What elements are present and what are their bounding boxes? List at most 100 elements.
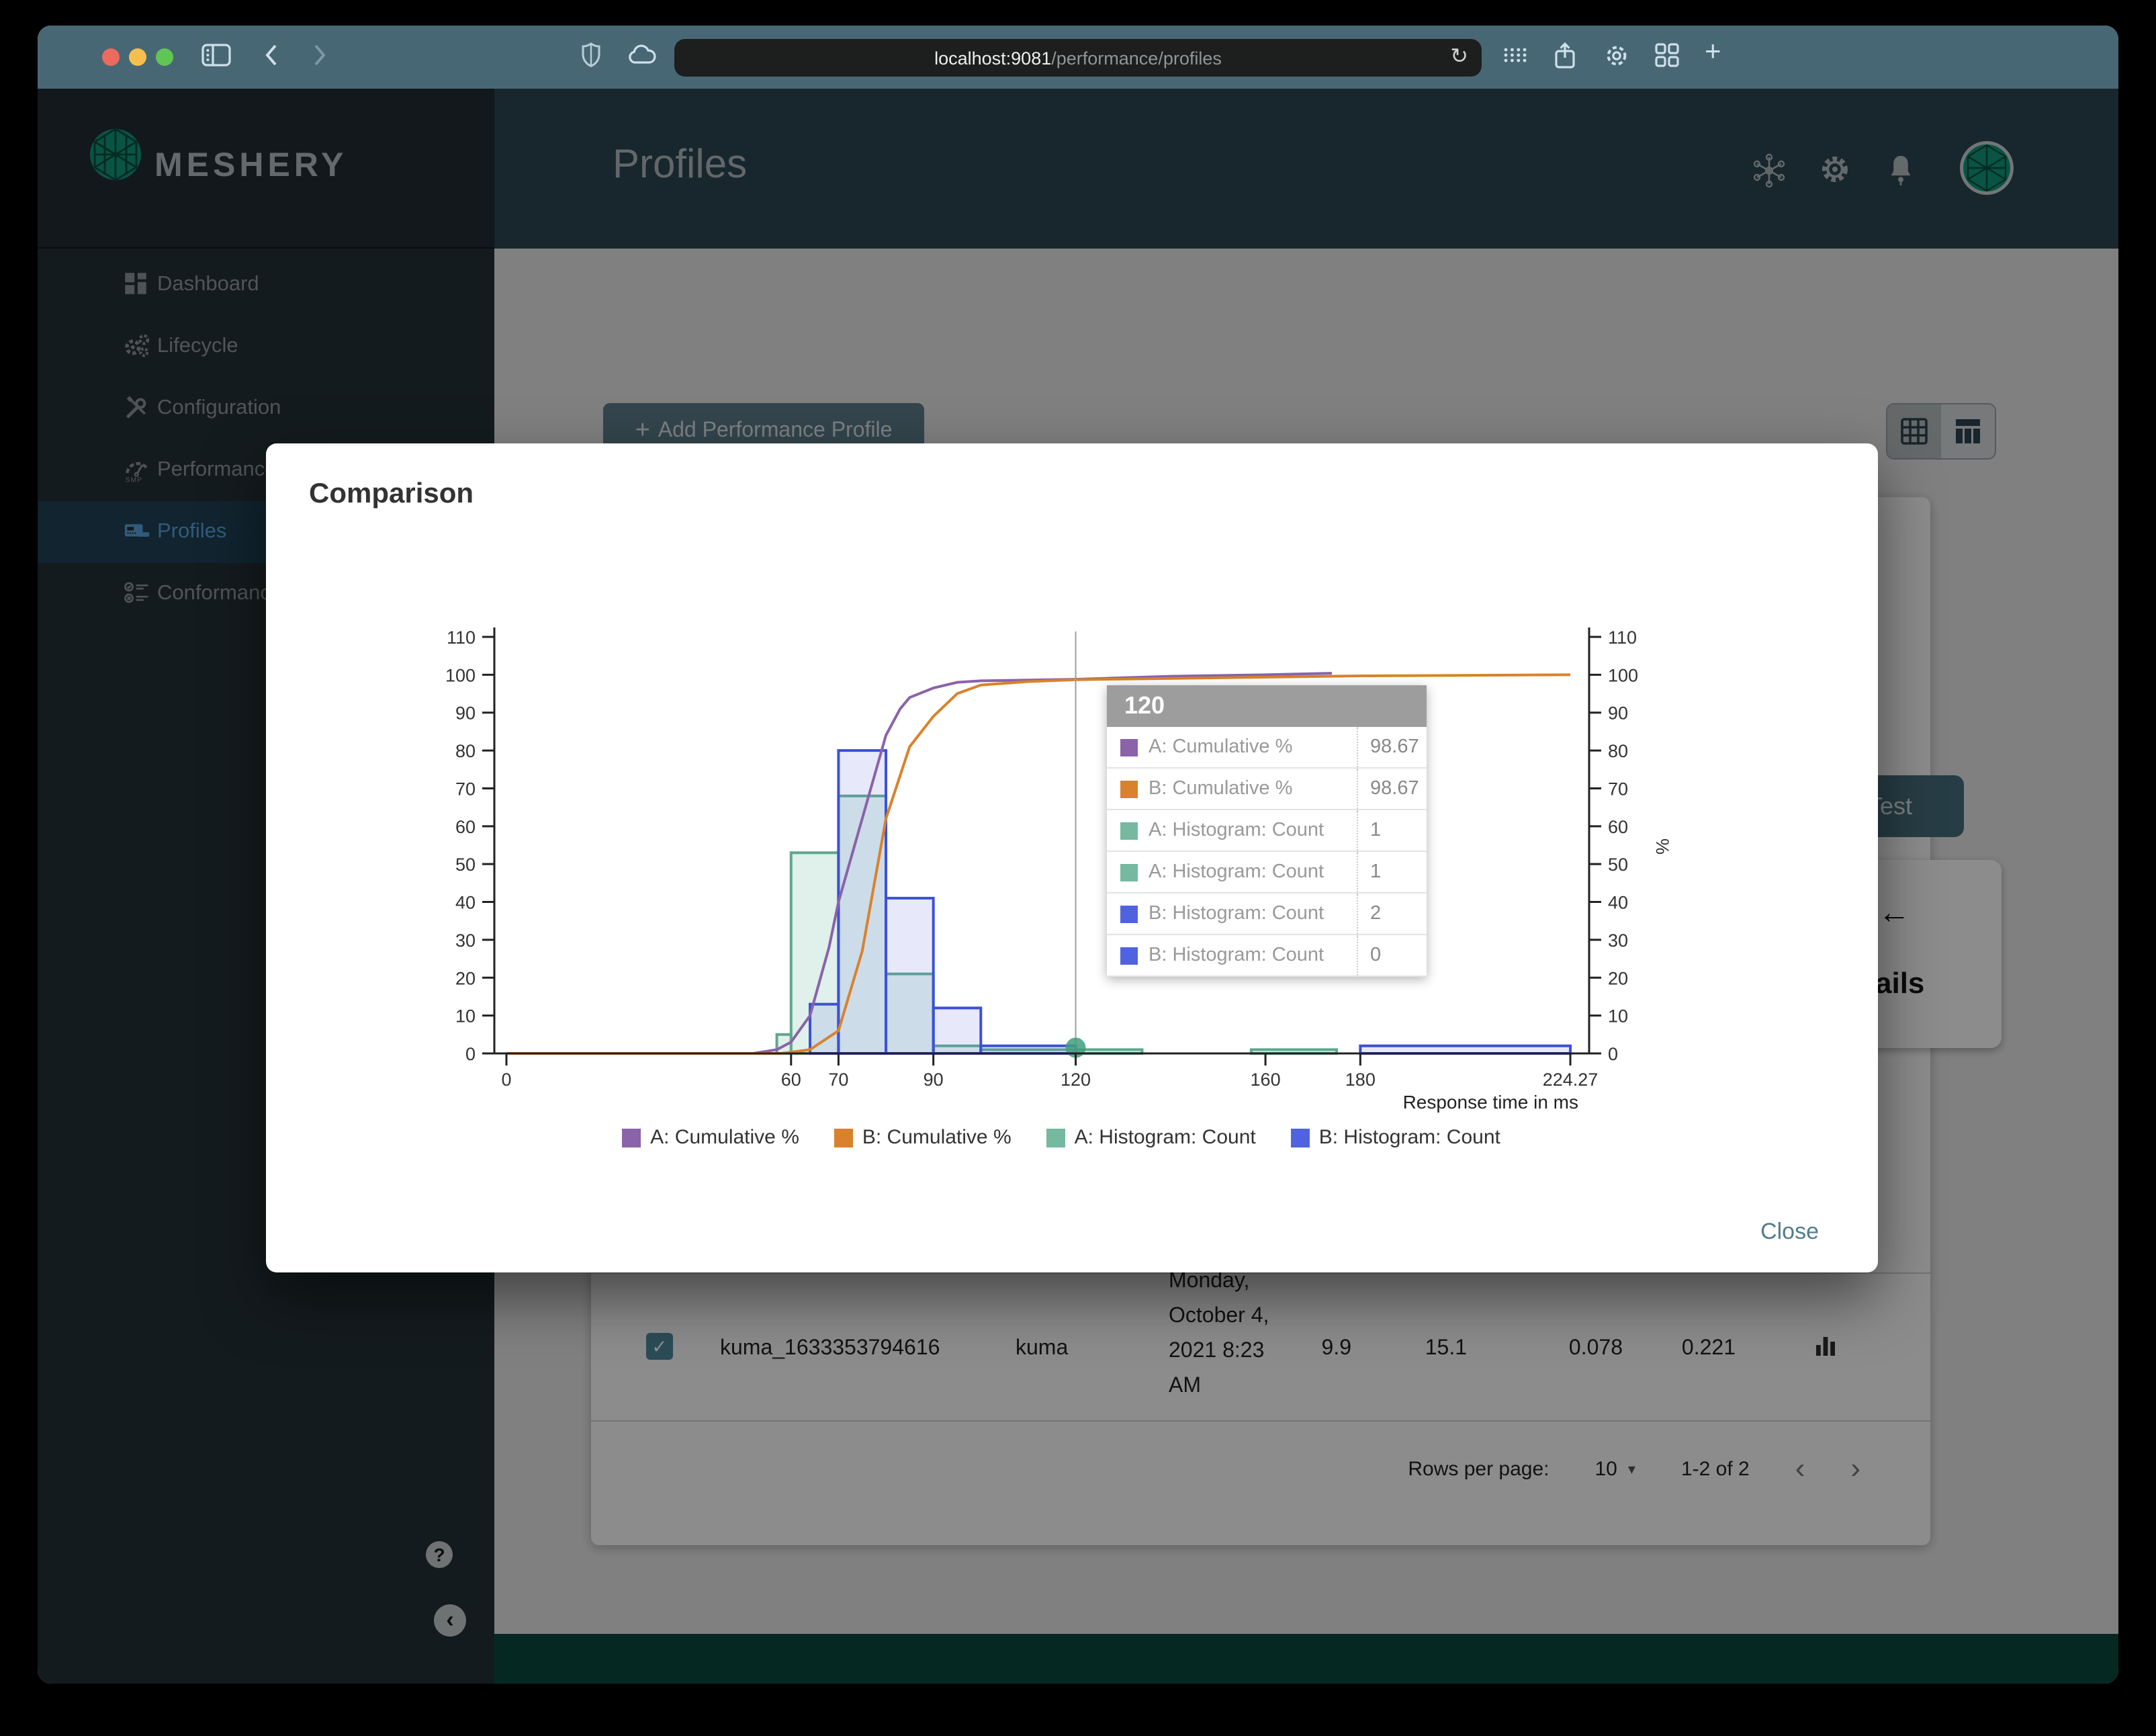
legend-item[interactable]: B: Cumulative %	[834, 1126, 1012, 1149]
tooltip-series-label: B: Histogram: Count	[1149, 903, 1324, 924]
svg-text:180: 180	[1345, 1070, 1376, 1090]
browser-titlebar: localhost:9081/performance/profiles ↻ +	[38, 26, 2118, 89]
modal-title: Comparison	[309, 478, 474, 509]
svg-text:10: 10	[455, 1006, 476, 1027]
legend-swatch	[834, 1128, 853, 1147]
x-axis-label: Response time in ms	[1403, 1092, 1578, 1113]
svg-text:20: 20	[1608, 968, 1628, 988]
tooltip-header: 120	[1107, 685, 1427, 727]
legend-swatch	[1290, 1128, 1310, 1147]
cloud-icon[interactable]	[626, 42, 658, 69]
svg-text:30: 30	[1608, 930, 1628, 951]
svg-text:70: 70	[1608, 779, 1628, 799]
svg-text:60: 60	[781, 1070, 801, 1090]
tooltip-series-value: 1	[1357, 810, 1427, 851]
series-swatch	[1120, 780, 1138, 797]
legend-label: B: Histogram: Count	[1318, 1126, 1500, 1149]
svg-text:0: 0	[1608, 1044, 1618, 1064]
forward-icon[interactable]	[310, 42, 329, 69]
svg-text:90: 90	[1608, 703, 1628, 724]
svg-text:224.27: 224.27	[1543, 1070, 1599, 1090]
svg-text:60: 60	[455, 817, 476, 837]
svg-text:40: 40	[1608, 893, 1628, 913]
svg-text:40: 40	[455, 893, 476, 913]
svg-text:50: 50	[1608, 855, 1628, 875]
url-path: /performance/profiles	[1051, 48, 1222, 68]
legend-swatch	[1046, 1128, 1065, 1147]
svg-text:70: 70	[828, 1070, 848, 1090]
screen: localhost:9081/performance/profiles ↻ +	[0, 0, 2156, 1736]
histogram-bar[interactable]	[885, 896, 935, 1055]
maximize-window-button[interactable]	[156, 48, 173, 66]
tooltip-series-label: A: Cumulative %	[1149, 736, 1293, 758]
chart-legend: A: Cumulative % B: Cumulative % A: Histogr…	[443, 1126, 1679, 1149]
legend-label: A: Histogram: Count	[1074, 1126, 1256, 1149]
histogram-bar[interactable]	[979, 1044, 1077, 1055]
svg-text:80: 80	[1608, 741, 1628, 761]
url-host: localhost:9081	[934, 48, 1052, 68]
right-axis-label: %	[1652, 838, 1672, 855]
close-modal-button[interactable]: Close	[1760, 1219, 1819, 1246]
tooltip-row: A: Cumulative % 98.67	[1107, 727, 1427, 769]
share-icon[interactable]	[1553, 42, 1577, 70]
tooltip-series-label: B: Cumulative %	[1149, 778, 1293, 799]
svg-text:120: 120	[1061, 1070, 1091, 1090]
tooltip-series-label: A: Histogram: Count	[1149, 861, 1324, 883]
comparison-modal: Comparison 0 0 10 10 20 20 30 30 40 40 50 50 60 60 70 7…	[266, 443, 1878, 1272]
tooltip-series-label: B: Histogram: Count	[1149, 945, 1324, 966]
browser-window: localhost:9081/performance/profiles ↻ +	[38, 26, 2118, 1684]
sidebar-toggle-icon[interactable]	[201, 42, 231, 69]
tooltip-series-value: 98.67	[1357, 727, 1427, 767]
svg-text:20: 20	[455, 968, 476, 988]
minimize-window-button[interactable]	[129, 48, 146, 66]
tooltip-row: B: Histogram: Count 0	[1107, 935, 1427, 977]
chart-canvas: 0 010 1020 2030 3040 4050 5060 6070 7080 8090 9010…	[445, 627, 1672, 1113]
svg-text:0: 0	[501, 1070, 511, 1090]
comparison-chart[interactable]: 0 0 10 10 20 20 30 30 40 40 50 50 60 60 70 70 80 80 90 90 10…	[443, 611, 1679, 1119]
svg-text:70: 70	[455, 779, 476, 799]
series-swatch	[1120, 905, 1138, 922]
tooltip-series-value: 98.67	[1357, 769, 1427, 809]
legend-label: A: Cumulative %	[650, 1126, 799, 1149]
svg-text:90: 90	[455, 703, 476, 724]
privacy-shield-icon[interactable]	[580, 42, 602, 69]
histogram-bar[interactable]	[1359, 1044, 1572, 1055]
tooltip-row: A: Histogram: Count 1	[1107, 852, 1427, 894]
legend-item[interactable]: B: Histogram: Count	[1290, 1126, 1500, 1149]
tooltip-series-value: 2	[1357, 894, 1427, 934]
series-swatch	[1120, 738, 1138, 756]
tooltip-row: B: Cumulative % 98.67	[1107, 769, 1427, 810]
series-swatch	[1120, 863, 1138, 881]
svg-text:110: 110	[447, 627, 476, 648]
tooltip-series-value: 0	[1357, 935, 1427, 975]
tooltip-series-label: A: Histogram: Count	[1149, 820, 1324, 841]
extensions-grid-icon[interactable]	[1654, 42, 1680, 69]
svg-text:110: 110	[1608, 627, 1637, 648]
series-swatch	[1120, 822, 1138, 839]
chart-tooltip: 120 A: Cumulative % 98.67 B: Cumulative % 9…	[1107, 685, 1427, 977]
browser-settings-gear-icon[interactable]	[1603, 42, 1631, 70]
svg-text:10: 10	[1608, 1006, 1628, 1027]
close-window-button[interactable]	[102, 48, 120, 66]
new-tab-plus-icon[interactable]: +	[1705, 36, 1721, 69]
legend-item[interactable]: A: Cumulative %	[622, 1126, 799, 1149]
series-swatch	[1120, 947, 1138, 964]
histogram-bar[interactable]	[932, 1006, 983, 1055]
svg-text:60: 60	[1608, 817, 1628, 837]
svg-text:30: 30	[455, 930, 476, 951]
svg-text:160: 160	[1251, 1070, 1281, 1090]
tab-overview-icon[interactable]	[1502, 42, 1529, 69]
svg-text:0: 0	[465, 1044, 476, 1064]
legend-swatch	[622, 1128, 641, 1147]
legend-item[interactable]: A: Histogram: Count	[1046, 1126, 1256, 1149]
tooltip-series-value: 1	[1357, 852, 1427, 892]
tooltip-row: A: Histogram: Count 1	[1107, 810, 1427, 852]
svg-text:90: 90	[924, 1070, 944, 1090]
svg-text:100: 100	[1608, 665, 1638, 685]
reload-icon[interactable]: ↻	[1450, 43, 1468, 70]
address-bar[interactable]: localhost:9081/performance/profiles ↻	[674, 39, 1482, 77]
svg-text:100: 100	[445, 665, 476, 685]
back-icon[interactable]	[262, 42, 281, 69]
svg-text:80: 80	[455, 741, 476, 761]
legend-label: B: Cumulative %	[862, 1126, 1012, 1149]
